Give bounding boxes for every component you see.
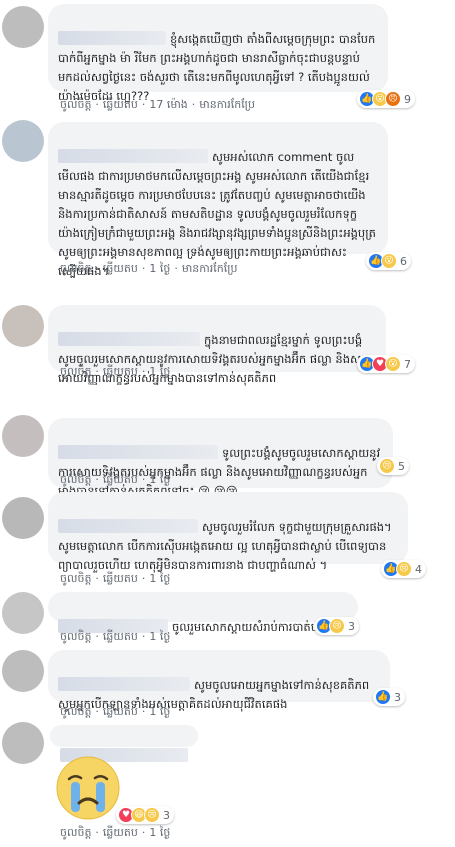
commenter-name-redacted[interactable] [58, 332, 200, 346]
reply-link[interactable]: ឆ្លើយតប [103, 365, 138, 378]
comment-actions: ចូលចិត្ត · ឆ្លើយតប · 1 ថ្ងៃ [60, 826, 171, 839]
timestamp[interactable]: 1 ថ្ងៃ [149, 630, 170, 643]
reaction-count: 7 [404, 357, 411, 371]
avatar[interactable] [2, 722, 44, 764]
avatar[interactable] [2, 497, 44, 539]
comment-bubble: សូមចូលរួមរំលែក ទុក្ខជាមួយក្រុមគ្រួសារផង។… [48, 492, 408, 572]
timestamp[interactable]: 1 ថ្ងៃ [149, 572, 170, 585]
reply-link[interactable]: ឆ្លើយតប [103, 262, 138, 275]
comment-bubble: ខ្ញុំសង្កេតឃើញថា តាំងពីសម្ដេចក្រុមព្រះ ប… [48, 4, 388, 103]
avatar[interactable] [2, 120, 44, 162]
timestamp[interactable]: 1 ថ្ងៃ [149, 262, 170, 275]
reaction-badge[interactable]: 👍 😮 6 [366, 252, 411, 270]
reaction-badge[interactable]: 👍 😢 4 [381, 560, 426, 578]
reaction-badge[interactable]: ♥ 😆 😢 3 [116, 806, 174, 824]
comment-text: ចូលរួមសោកស្ដាយសំរាប់ការបាត់បង់ [172, 620, 326, 634]
reply-link[interactable]: ឆ្លើយតប [103, 473, 138, 486]
reply-link[interactable]: ឆ្លើយតប [103, 98, 138, 111]
comment-bubble: ក្នុងនាមជាពលរដ្ឋខ្មែរម្នាក់ ទូលព្រះបង្គំ… [48, 305, 386, 385]
sad-reaction-icon: 😢 [396, 561, 412, 577]
wow-reaction-icon: 😮 [385, 356, 401, 372]
reaction-count: 9 [404, 92, 411, 106]
avatar[interactable] [2, 415, 44, 457]
like-link[interactable]: ចូលចិត្ត [60, 98, 91, 111]
commenter-name-redacted[interactable] [58, 31, 166, 45]
like-link[interactable]: ចូលចិត្ត [60, 705, 91, 718]
comment-bubble: សូមអស់លោក comment ចូលមើលផង ជាការប្រមាថមក… [48, 122, 388, 278]
timestamp[interactable]: 1 ថ្ងៃ [149, 473, 170, 486]
sad-reaction-icon: 😢 [379, 458, 395, 474]
commenter-name-redacted[interactable] [58, 149, 208, 163]
commenter-name-bubble [50, 725, 198, 762]
reaction-badge[interactable]: 👍 ♥ 😮 7 [357, 355, 415, 373]
crying-face-sticker[interactable] [55, 755, 121, 821]
reaction-count: 5 [398, 459, 405, 473]
comment-actions: ចូលចិត្ត · ឆ្លើយតប · 17 ម៉ោង · មានការកែប្រែ [60, 98, 255, 111]
reaction-badge[interactable]: 👍 😢 3 [314, 617, 359, 635]
timestamp[interactable]: 1 ថ្ងៃ [149, 705, 170, 718]
commenter-name-redacted[interactable] [58, 519, 198, 533]
avatar[interactable] [2, 592, 44, 634]
like-link[interactable]: ចូលចិត្ត [60, 365, 91, 378]
reaction-badge[interactable]: 😢 5 [377, 457, 409, 475]
avatar[interactable] [2, 305, 44, 347]
reaction-count: 3 [163, 808, 170, 822]
reply-link[interactable]: ឆ្លើយតប [103, 630, 138, 643]
reaction-count: 6 [400, 254, 407, 268]
comment-bubble: ចូលរួមសោកស្ដាយសំរាប់ការបាត់បង់ [48, 592, 358, 634]
sad-reaction-icon: 😢 [144, 807, 160, 823]
edited-label[interactable]: មានការកែប្រែ [182, 262, 238, 275]
wow-reaction-icon: 😮 [381, 253, 397, 269]
like-link[interactable]: ចូលចិត្ត [60, 630, 91, 643]
comment-bubble: សូមចូលអោយអ្នកម្នាងទៅកាន់សុខគតិភព សូមអ្នក… [48, 650, 390, 711]
comment-actions: ចូលចិត្ត · ឆ្លើយតប · 1 ថ្ងៃ [60, 572, 171, 585]
reply-link[interactable]: ឆ្លើយតប [103, 572, 138, 585]
reply-link[interactable]: ឆ្លើយតប [103, 705, 138, 718]
reaction-count: 3 [348, 619, 355, 633]
reaction-count: 3 [394, 690, 401, 704]
comment-actions: ចូលចិត្ត · ឆ្លើយតប · 1 ថ្ងៃ [60, 473, 171, 486]
avatar[interactable] [2, 650, 44, 692]
sad-reaction-icon: 😢 [329, 618, 345, 634]
comment-actions: ចូលចិត្ត · ឆ្លើយតប · 1 ថ្ងៃ [60, 705, 171, 718]
comment-text: សូមអស់លោក comment ចូលមើលផង ជាការប្រមាថមក… [58, 150, 376, 278]
avatar[interactable] [2, 6, 44, 48]
angry-reaction-icon: 😠 [385, 91, 401, 107]
reaction-badge[interactable]: 👍 😮 😠 9 [357, 90, 415, 108]
timestamp[interactable]: 17 ម៉ោង [149, 98, 187, 111]
comment-actions: ចូលចិត្ត · ឆ្លើយតប · 1 ថ្ងៃ [60, 630, 171, 643]
comment-actions: ចូលចិត្ត · ឆ្លើយតប · 1 ថ្ងៃ · មានការកែប្រែ [60, 262, 238, 275]
like-reaction-icon: 👍 [375, 689, 391, 705]
commenter-name-redacted[interactable] [58, 677, 190, 691]
like-link[interactable]: ចូលចិត្ត [60, 473, 91, 486]
like-link[interactable]: ចូលចិត្ត [60, 572, 91, 585]
reaction-count: 4 [415, 562, 422, 576]
like-link[interactable]: ចូលចិត្ត [60, 826, 91, 839]
commenter-name-redacted[interactable] [58, 445, 218, 459]
reply-link[interactable]: ឆ្លើយតប [103, 826, 138, 839]
timestamp[interactable]: 1 ថ្ងៃ [149, 365, 170, 378]
edited-label[interactable]: មានការកែប្រែ [199, 98, 255, 111]
comment-actions: ចូលចិត្ត · ឆ្លើយតប · 1 ថ្ងៃ [60, 365, 171, 378]
like-link[interactable]: ចូលចិត្ត [60, 262, 91, 275]
reaction-badge[interactable]: 👍 3 [373, 688, 405, 706]
timestamp[interactable]: 1 ថ្ងៃ [149, 826, 170, 839]
